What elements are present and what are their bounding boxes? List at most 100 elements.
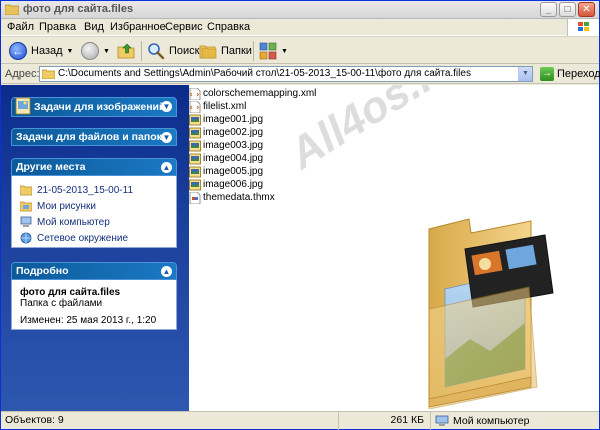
other-places-body: 21-05-2013_15-00-11 Мои рисунки Мой комп… [11, 176, 177, 248]
file-item[interactable]: image006.jpg [189, 178, 263, 191]
menu-tools[interactable]: Сервис [165, 21, 203, 33]
folders-button[interactable]: Папки [199, 41, 252, 61]
search-icon [148, 43, 165, 60]
go-label: Переход [557, 68, 600, 80]
views-button[interactable]: ▼ [259, 41, 288, 61]
file-name: image006.jpg [203, 179, 264, 190]
expand-icon[interactable]: ▼ [161, 132, 172, 143]
status-location-label: Мой компьютер [453, 414, 530, 427]
menu-file[interactable]: Файл [7, 21, 34, 33]
address-label: Адрес: [5, 68, 40, 80]
file-name: image005.jpg [203, 166, 264, 177]
computer-icon [435, 415, 449, 426]
image-tasks-icon [15, 97, 31, 115]
menu-view[interactable]: Вид [84, 21, 104, 33]
network-icon [20, 232, 32, 244]
jpg-file-icon [189, 179, 201, 190]
status-location: Мой компьютер [431, 412, 599, 430]
details-title: Подробно [16, 265, 69, 277]
file-item[interactable]: image003.jpg [189, 139, 263, 152]
status-bar: Объектов: 9 261 КБ Мой компьютер [1, 411, 599, 430]
views-dropdown-icon[interactable]: ▼ [281, 48, 288, 55]
folders-label: Папки [221, 45, 252, 57]
xml-file-icon [189, 87, 201, 100]
menu-favorites[interactable]: Избранное [110, 21, 166, 33]
expand-icon[interactable]: ▼ [161, 101, 172, 112]
minimize-button[interactable]: _ [540, 2, 557, 17]
file-list: All4os.RU colorschememapping.xml filelist… [189, 85, 599, 411]
file-tasks-header[interactable]: Задачи для файлов и папок ▼ [11, 128, 177, 146]
file-item[interactable]: image004.jpg [189, 152, 263, 165]
menu-bar: Файл Правка Вид Избранное Сервис Справка [1, 19, 599, 36]
other-places-title: Другие места [16, 161, 86, 173]
thmx-file-icon [189, 191, 201, 204]
xml-file-icon [189, 100, 201, 113]
file-item[interactable]: filelist.xml [189, 100, 246, 113]
go-button[interactable]: → Переход [540, 66, 600, 82]
details-modified: Изменен: 25 мая 2013 г., 1:20 [20, 315, 157, 326]
pictures-icon [20, 201, 32, 212]
forward-arrow-icon: → [81, 42, 99, 60]
image-tasks-header[interactable]: Задачи для изображений ▼ [11, 97, 177, 117]
toolbar: ← Назад ▼ → ▼ Поиск Папки ▼ [1, 36, 599, 64]
forward-button[interactable]: → ▼ [81, 41, 110, 61]
forward-dropdown-icon[interactable]: ▼ [103, 48, 110, 55]
address-bar: Адрес: C:\Documents and Settings\Admin\Р… [1, 64, 600, 84]
file-name: image003.jpg [203, 140, 264, 151]
file-name: image001.jpg [203, 114, 264, 125]
back-arrow-icon: ← [9, 42, 27, 60]
jpg-file-icon [189, 140, 201, 151]
collapse-icon[interactable]: ▲ [161, 266, 172, 277]
window-title: фото для сайта.files [23, 3, 134, 15]
menu-edit[interactable]: Правка [39, 21, 76, 33]
status-objects: Объектов: 9 [1, 412, 339, 430]
details-type: Папка с файлами [20, 298, 103, 309]
back-button[interactable]: ← Назад ▼ [9, 41, 73, 61]
details-body: фото для сайта.files Папка с файлами Изм… [11, 280, 177, 330]
details-header[interactable]: Подробно ▲ [11, 262, 177, 280]
file-item[interactable]: image005.jpg [189, 165, 263, 178]
file-name: image002.jpg [203, 127, 264, 138]
search-label: Поиск [169, 45, 200, 57]
maximize-button[interactable]: □ [559, 2, 576, 17]
file-item[interactable]: colorschememapping.xml [189, 87, 316, 100]
up-folder-button[interactable] [117, 41, 137, 61]
close-button[interactable]: ✕ [578, 2, 595, 17]
file-tasks-title: Задачи для файлов и папок [16, 131, 162, 143]
address-input[interactable]: C:\Documents and Settings\Admin\Рабочий … [39, 66, 533, 82]
collapse-icon[interactable]: ▲ [161, 162, 172, 173]
task-pane: Задачи для изображений ▼ Задачи для файл… [1, 85, 189, 411]
jpg-file-icon [189, 114, 201, 125]
file-name: colorschememapping.xml [203, 88, 317, 99]
search-button[interactable]: Поиск [147, 41, 199, 61]
file-item[interactable]: image002.jpg [189, 126, 263, 139]
jpg-file-icon [189, 166, 201, 177]
other-place-my-computer[interactable]: Мой компьютер [20, 214, 168, 230]
toolbar-separator [253, 41, 254, 61]
other-place-network[interactable]: Сетевое окружение [20, 230, 168, 246]
other-place-label: 21-05-2013_15-00-11 [37, 184, 134, 196]
folder-icon [20, 185, 32, 196]
menu-help[interactable]: Справка [207, 21, 250, 33]
back-label: Назад [31, 45, 63, 57]
back-dropdown-icon[interactable]: ▼ [67, 48, 74, 55]
explorer-window: фото для сайта.files _ □ ✕ Файл Правка В… [0, 0, 600, 430]
jpg-file-icon [189, 153, 201, 164]
file-item[interactable]: themedata.thmx [189, 191, 275, 204]
views-icon [259, 42, 277, 60]
toolbar-separator [141, 41, 142, 61]
file-name: image004.jpg [203, 153, 264, 164]
other-places-header[interactable]: Другие места ▲ [11, 158, 177, 176]
file-name: themedata.thmx [203, 192, 275, 203]
other-place-folder[interactable]: 21-05-2013_15-00-11 [20, 182, 168, 198]
address-dropdown-icon[interactable]: ▼ [518, 67, 532, 81]
other-place-my-pictures[interactable]: Мои рисунки [20, 198, 168, 214]
computer-icon [20, 216, 32, 227]
status-size: 261 КБ [339, 412, 431, 430]
windows-logo [567, 19, 599, 36]
jpg-file-icon [189, 127, 201, 138]
other-place-label: Мои рисунки [37, 200, 96, 212]
file-item[interactable]: image001.jpg [189, 113, 263, 126]
up-folder-icon [117, 43, 135, 59]
title-bar[interactable]: фото для сайта.files _ □ ✕ [1, 1, 599, 19]
